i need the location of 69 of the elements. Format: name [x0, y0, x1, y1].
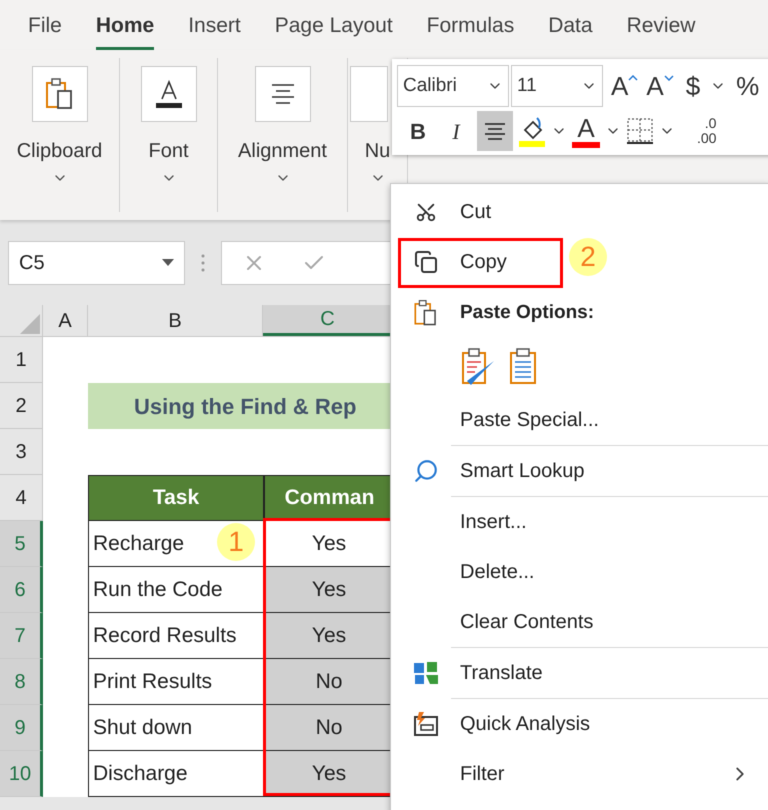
caret-down-icon: [664, 75, 674, 81]
clipboard-icon: [44, 77, 74, 111]
ribbon-tab[interactable]: Review: [626, 0, 696, 50]
ribbon-group-icon-tile[interactable]: [350, 66, 388, 122]
menu-item[interactable]: Filter: [460, 759, 504, 789]
format-button[interactable]: $: [680, 73, 706, 99]
grip-icon: [201, 252, 205, 272]
table-cell: Discharge: [88, 751, 264, 797]
ribbon-group-icon-tile[interactable]: [254, 66, 310, 122]
quick-analysis-icon: [412, 710, 440, 738]
menu-item[interactable]: Copy: [460, 247, 507, 277]
font-size-field[interactable]: 11: [511, 65, 603, 107]
menu-item[interactable]: Translate: [460, 658, 543, 688]
row-header[interactable]: 9: [0, 705, 43, 751]
menu-item[interactable]: Insert...: [460, 507, 527, 537]
paste-formatting-icon[interactable]: [461, 347, 497, 387]
row-header[interactable]: 8: [0, 659, 43, 705]
ribbon-tab[interactable]: File: [28, 0, 62, 50]
row-header[interactable]: 1: [0, 337, 43, 383]
ribbon-group-label: Nu: [364, 139, 390, 164]
row-header[interactable]: 10: [0, 751, 43, 797]
center-align-button[interactable]: [477, 111, 513, 151]
menu-item[interactable]: Cut: [460, 197, 492, 227]
row-header[interactable]: 4: [0, 475, 43, 521]
ribbon-tab[interactable]: Data: [548, 0, 593, 50]
copy-icon: [414, 250, 438, 274]
translate-icon: [412, 659, 440, 687]
ribbon-group-label: Alignment: [238, 139, 327, 164]
row-header[interactable]: 6: [0, 567, 43, 613]
font-color-icon: [154, 79, 184, 109]
borders-icon[interactable]: [625, 116, 655, 146]
row-header[interactable]: 7: [0, 613, 43, 659]
table-cell: Print Results: [88, 659, 264, 705]
column-header[interactable]: A: [43, 305, 88, 336]
paste-icon: [412, 299, 438, 327]
table-cell: Run the Code: [88, 567, 264, 613]
menu-section-header: Paste Options:: [460, 300, 594, 325]
ribbon-tab[interactable]: Formulas: [426, 0, 514, 50]
table-header-cell: Task: [88, 475, 264, 521]
ribbon-group-label: Clipboard: [16, 139, 102, 164]
ribbon-tab[interactable]: Page Layout: [274, 0, 393, 50]
table-cell: Record Results: [88, 613, 264, 659]
caret-up-icon: [628, 75, 638, 81]
format-button[interactable]: %: [730, 73, 766, 99]
row-header[interactable]: 3: [0, 429, 43, 475]
bold-button[interactable]: B: [401, 113, 435, 149]
paste-icon[interactable]: [509, 347, 539, 387]
name-box[interactable]: C5: [8, 240, 185, 284]
ribbon-tab[interactable]: Insert: [188, 0, 241, 50]
decrease-decimal-button[interactable]: .0 .00: [679, 116, 716, 146]
ribbon-group-label: Font: [148, 139, 189, 164]
shrink-font-button[interactable]: A: [644, 73, 676, 99]
column-header[interactable]: C: [263, 305, 393, 336]
grow-font-button[interactable]: A: [609, 73, 640, 99]
font-color-button[interactable]: A: [571, 114, 601, 148]
align-center-icon: [483, 121, 507, 141]
ribbon-group-icon-tile[interactable]: [140, 66, 196, 122]
table-cell: Shut down: [88, 705, 264, 751]
ribbon-group-icon-tile[interactable]: [32, 66, 88, 122]
align-center-icon: [270, 83, 296, 105]
menu-item[interactable]: Delete...: [460, 557, 534, 587]
italic-button[interactable]: I: [439, 113, 473, 149]
search-icon: [412, 458, 438, 484]
menu-item[interactable]: Clear Contents: [460, 607, 594, 637]
menu-item[interactable]: Smart Lookup: [460, 456, 585, 486]
row-header[interactable]: 2: [0, 383, 43, 429]
menu-item[interactable]: Quick Analysis: [460, 709, 590, 739]
font-name-field[interactable]: Calibri: [397, 65, 509, 107]
row-header[interactable]: 5: [0, 521, 43, 567]
